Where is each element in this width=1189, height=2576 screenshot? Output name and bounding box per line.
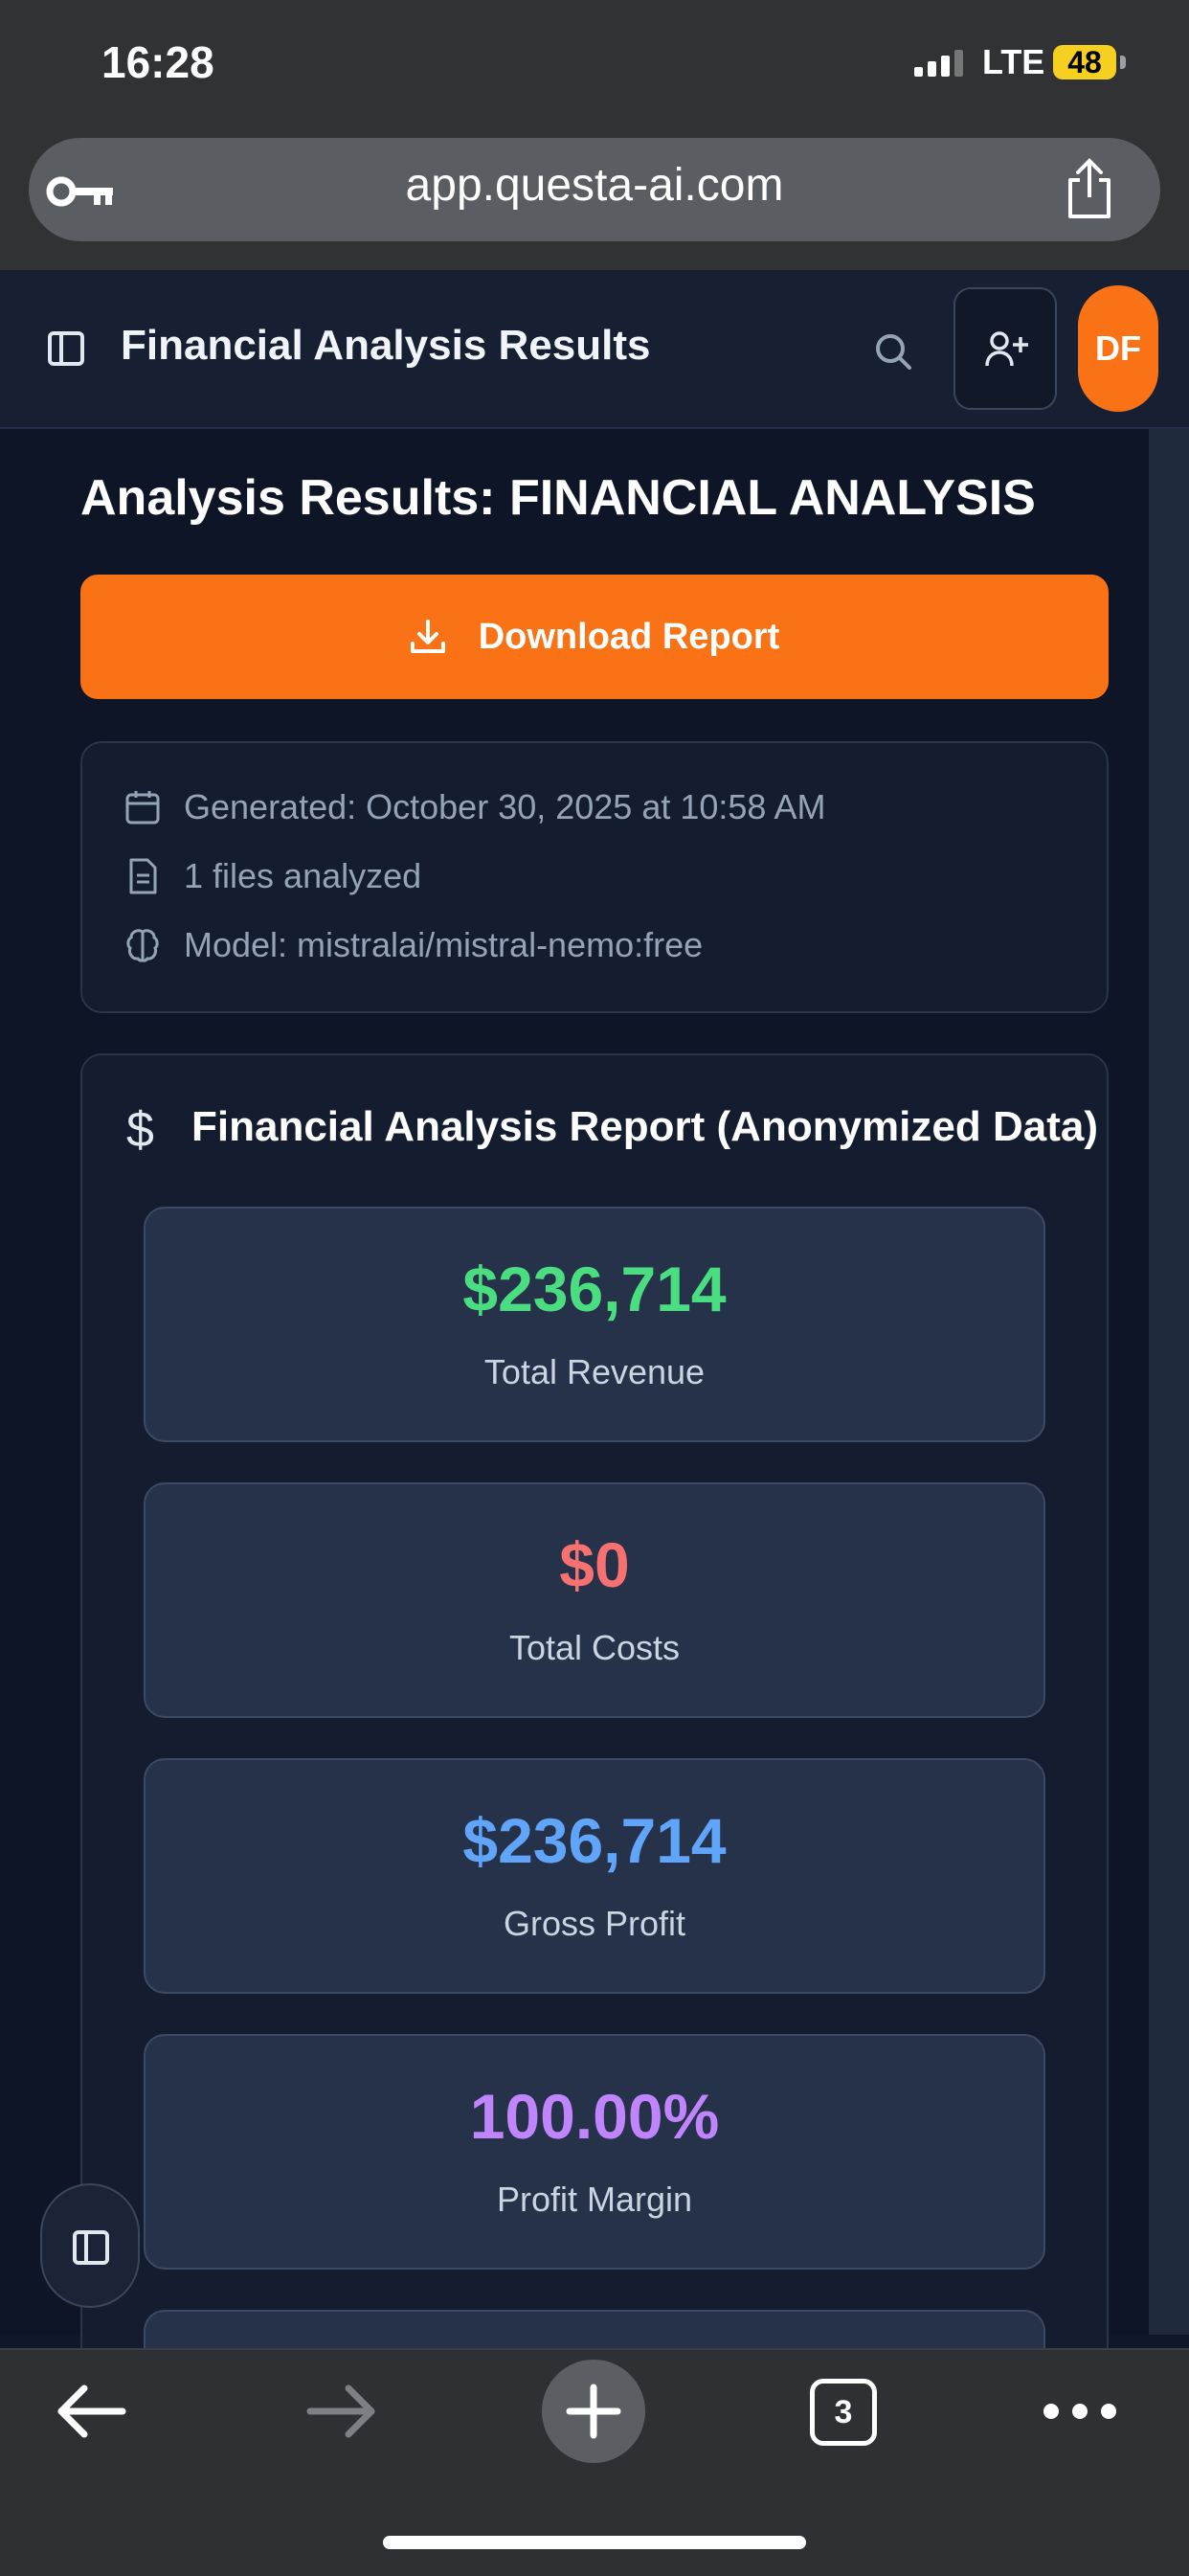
stat-label: Gross Profit xyxy=(503,1904,686,1943)
stat-card-total-revenue: $236,714 Total Revenue xyxy=(144,1207,1045,1442)
add-user-button[interactable] xyxy=(953,287,1057,410)
page-title: Financial Analysis Results xyxy=(121,322,651,369)
files-row: 1 files analyzed xyxy=(124,856,421,896)
download-report-button[interactable]: Download Report xyxy=(80,575,1109,699)
generated-text: Generated: October 30, 2025 at 10:58 AM xyxy=(184,787,826,826)
stat-label: Total Revenue xyxy=(483,1352,706,1391)
stat-card-profit-margin: 100.00% Profit Margin xyxy=(144,2034,1045,2270)
calendar-icon xyxy=(125,791,160,825)
battery-nub xyxy=(1120,56,1126,69)
network-label: LTE xyxy=(982,42,1045,81)
plus-icon xyxy=(566,2384,621,2439)
status-time: 16:28 xyxy=(101,37,214,87)
stat-value: $236,714 xyxy=(462,1805,727,1876)
analysis-heading: Analysis Results: FINANCIAL ANALYSIS xyxy=(80,470,1036,526)
files-text: 1 files analyzed xyxy=(184,856,422,895)
search-icon[interactable] xyxy=(873,331,913,372)
stat-card-total-costs: $0 Total Costs xyxy=(144,1482,1045,1718)
generated-row: Generated: October 30, 2025 at 10:58 AM xyxy=(124,787,825,827)
back-arrow-icon[interactable] xyxy=(56,2384,126,2438)
url-text[interactable]: app.questa-ai.com xyxy=(0,159,1189,212)
new-tab-button[interactable] xyxy=(542,2360,645,2463)
report-title: Financial Analysis Report (Anonymized Da… xyxy=(191,1103,1098,1150)
floating-sidebar-button[interactable] xyxy=(40,2183,140,2308)
dollar-icon: $ xyxy=(126,1102,154,1158)
model-row: Model: mistralai/mistral-nemo:free xyxy=(124,925,703,965)
battery-icon: 48 xyxy=(1053,45,1116,79)
stat-card-gross-profit: $236,714 Gross Profit xyxy=(144,1758,1045,1994)
add-user-icon xyxy=(985,331,1028,367)
avatar[interactable]: DF xyxy=(1078,285,1158,412)
sidebar-icon xyxy=(73,2230,109,2265)
home-indicator[interactable] xyxy=(383,2536,806,2549)
stat-value: 100.00% xyxy=(469,2081,720,2152)
brain-icon xyxy=(126,929,159,962)
stat-label: Total Costs xyxy=(508,1628,681,1667)
stat-value: $0 xyxy=(559,1529,630,1600)
model-text: Model: mistralai/mistral-nemo:free xyxy=(184,925,704,964)
scrollbar[interactable] xyxy=(1149,429,1189,2335)
download-report-label: Download Report xyxy=(478,616,780,657)
forward-arrow-icon[interactable] xyxy=(306,2384,377,2438)
stat-value: $236,714 xyxy=(462,1254,727,1324)
tabs-count-button[interactable]: 3 xyxy=(810,2379,877,2446)
file-icon xyxy=(129,858,157,894)
sidebar-toggle-icon[interactable] xyxy=(48,331,84,366)
more-options-icon[interactable] xyxy=(1043,2404,1116,2419)
share-icon[interactable] xyxy=(1063,157,1116,220)
signal-icon xyxy=(914,50,963,77)
stat-label: Profit Margin xyxy=(496,2180,693,2219)
download-icon xyxy=(410,620,445,653)
